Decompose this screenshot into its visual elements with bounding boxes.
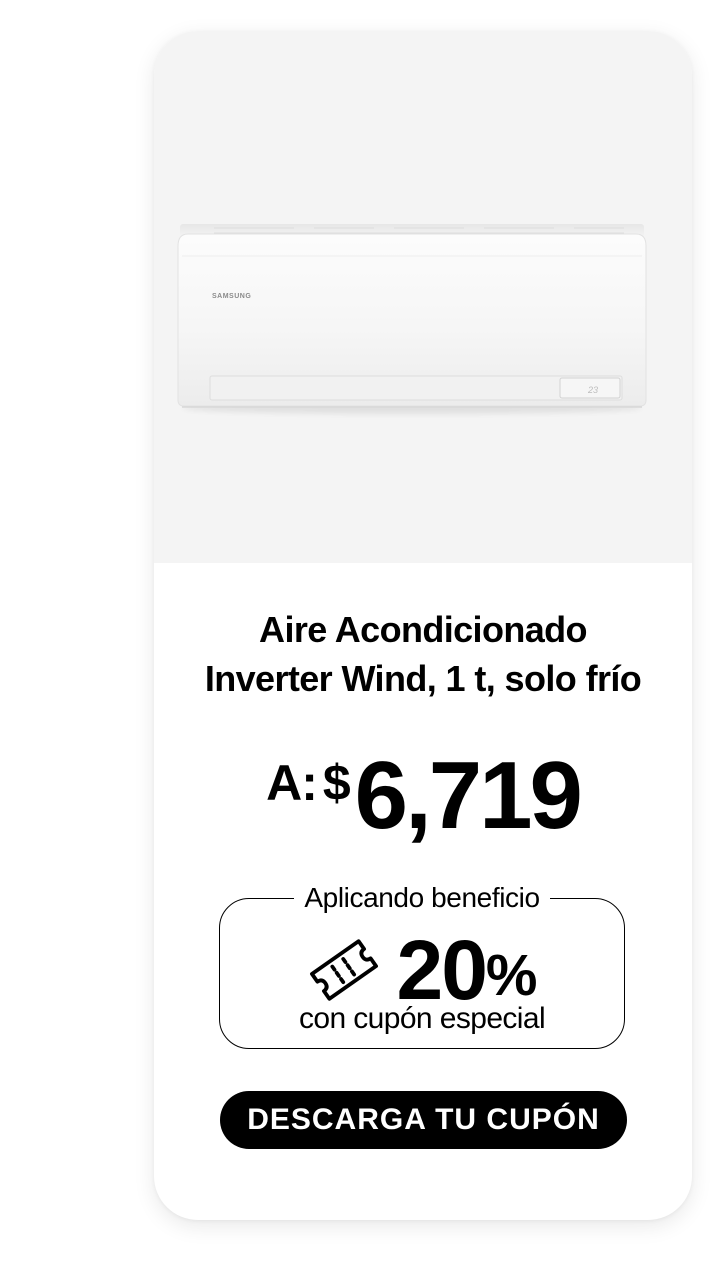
brand-logo: SAMSUNG: [212, 293, 251, 300]
benefit-label: Aplicando beneficio: [294, 882, 550, 913]
product-card[interactable]: SAMSUNG 23 Aire Acondicionado Inverter W…: [154, 31, 692, 1220]
ticket-icon: [310, 939, 379, 1001]
price: A: $6,719: [154, 741, 692, 851]
discount-percent-sign: %: [485, 943, 538, 1008]
product-title-line1: Aire Acondicionado: [259, 609, 588, 650]
benefit-subtitle: con cupón especial: [298, 1002, 546, 1035]
benefit-label-wrap: Aplicando beneficio: [220, 880, 624, 916]
product-image-area[interactable]: SAMSUNG 23: [154, 31, 692, 563]
product-image[interactable]: SAMSUNG 23: [174, 216, 650, 436]
price-currency: $: [322, 755, 351, 811]
download-coupon-button[interactable]: DESCARGA TU CUPÓN: [220, 1091, 627, 1149]
product-title-line2: Inverter Wind, 1 t, solo frío: [204, 658, 642, 699]
benefit-box: Aplicando beneficio 20% con cupón especi…: [219, 882, 625, 1049]
product-title: Aire Acondicionado Inverter Wind, 1 t, s…: [154, 605, 692, 703]
price-prefix: A:: [266, 755, 318, 811]
price-value: 6,719: [354, 742, 583, 849]
display-readout: 23: [587, 385, 598, 395]
